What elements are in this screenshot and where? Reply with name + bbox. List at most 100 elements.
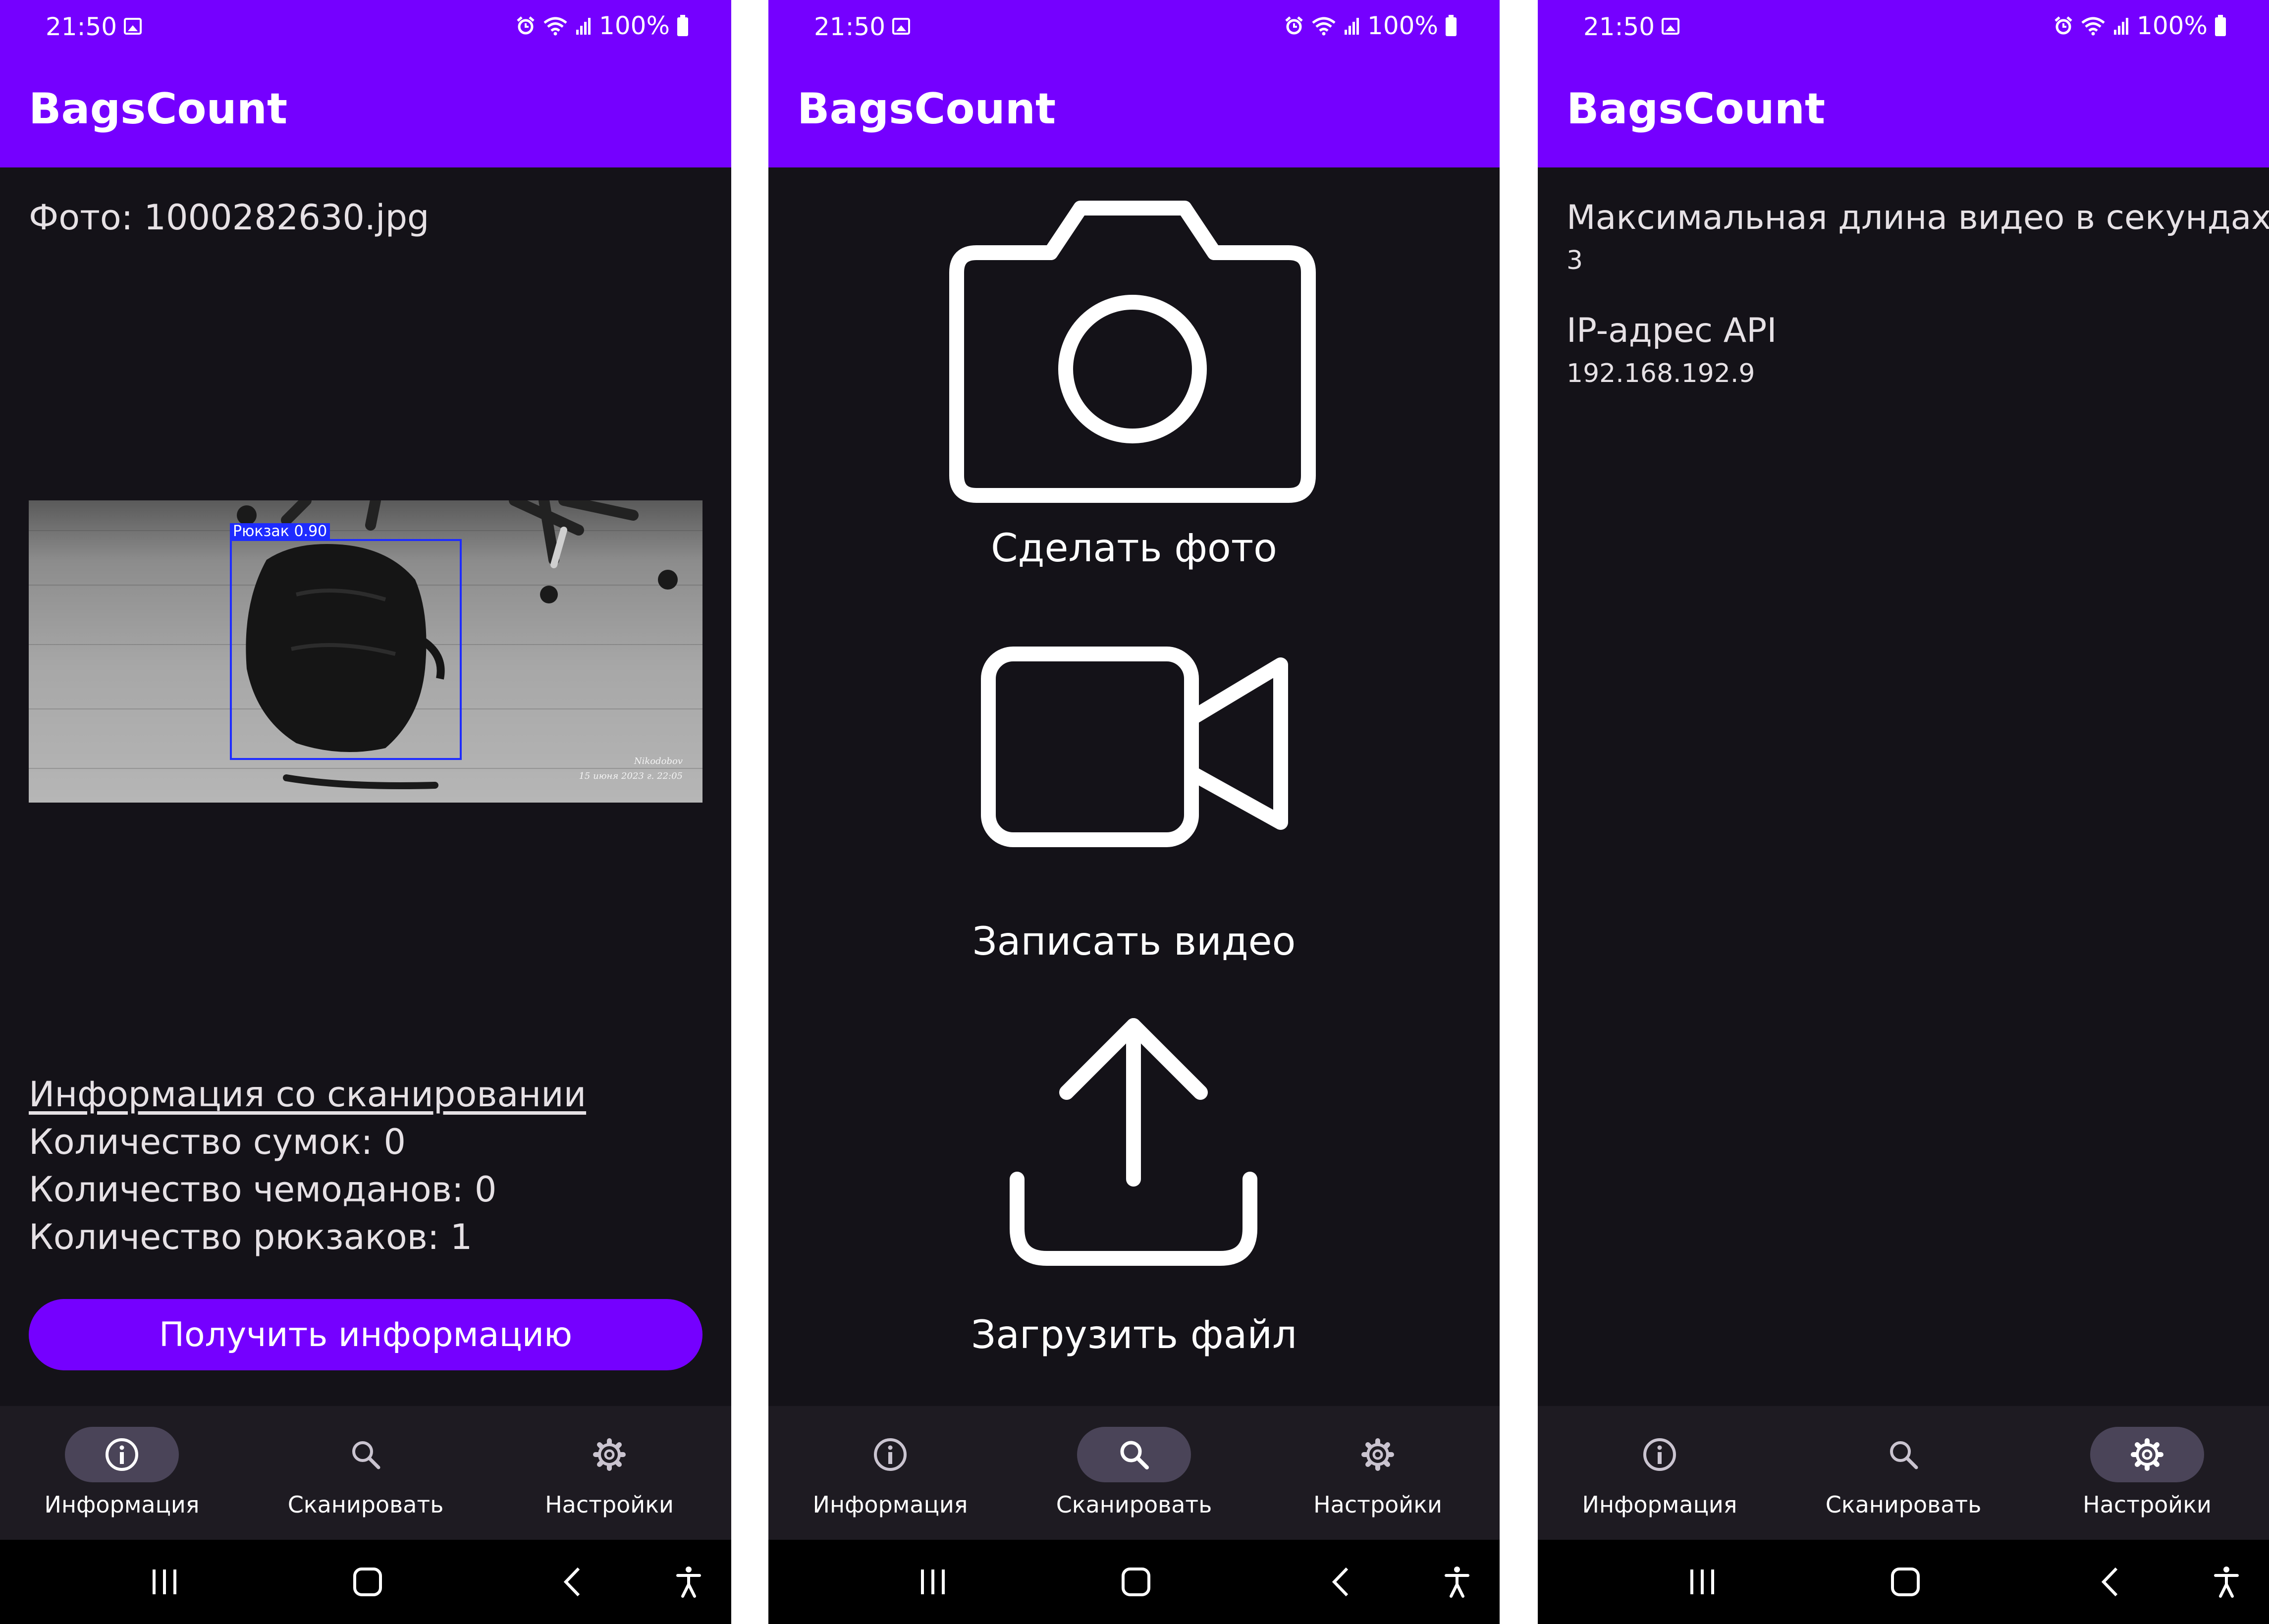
wifi-icon	[1312, 17, 1336, 36]
suitcases-count: Количество чемоданов: 0	[29, 1169, 497, 1210]
detection-label: Рюкзак 0.90	[230, 523, 330, 540]
take-photo-label[interactable]: Сделать фото	[768, 526, 1500, 571]
camera-icon[interactable]	[947, 193, 1323, 510]
backpacks-count: Количество рюкзаков: 1	[29, 1217, 473, 1257]
status-bar: 21:50 100%	[1538, 0, 2269, 54]
nav-label-scan: Сканировать	[1056, 1491, 1212, 1518]
bottom-navigation: Информация Сканировать Настройки	[0, 1406, 731, 1540]
status-indicators: 100%	[2053, 11, 2226, 41]
nav-tab-settings[interactable]: Настройки	[2025, 1427, 2269, 1526]
back-icon[interactable]	[1328, 1565, 1353, 1599]
status-time: 21:50	[814, 12, 886, 41]
nav-tab-info[interactable]: Информация	[768, 1427, 1012, 1526]
nav-active-indicator	[65, 1427, 179, 1482]
back-icon[interactable]	[2098, 1565, 2122, 1599]
battery-percent: 100%	[599, 11, 670, 40]
nav-label-settings: Настройки	[1313, 1491, 1442, 1518]
recent-apps-icon[interactable]	[150, 1565, 179, 1599]
wifi-icon	[543, 17, 567, 36]
watermark-date: 15 июня 2023 г. 22:05	[579, 771, 683, 781]
home-icon[interactable]	[1120, 1565, 1152, 1599]
nav-tab-scan[interactable]: Сканировать	[244, 1427, 487, 1526]
status-indicators: 100%	[516, 11, 689, 41]
nav-tab-scan[interactable]: Сканировать	[1782, 1427, 2025, 1526]
photo-filename: Фото: 1000282630.jpg	[29, 197, 430, 238]
upload-file-label[interactable]: Загрузить файл	[768, 1313, 1500, 1357]
max-video-length-value[interactable]: 3	[1567, 246, 1583, 275]
nav-tab-scan[interactable]: Сканировать	[1012, 1427, 1256, 1526]
nav-label-info: Информация	[44, 1491, 200, 1518]
nav-tab-settings[interactable]: Настройки	[487, 1427, 731, 1526]
detection-box	[230, 539, 462, 760]
gallery-notification-icon	[124, 18, 142, 35]
settings-screen: 21:50 100% BagsCount Максимальная длина …	[1538, 0, 2269, 1624]
gallery-notification-icon	[892, 18, 910, 35]
home-icon[interactable]	[352, 1565, 383, 1599]
nav-tab-info[interactable]: Информация	[1538, 1427, 1782, 1526]
nav-tab-settings[interactable]: Настройки	[1256, 1427, 1500, 1526]
battery-icon	[677, 15, 688, 36]
info-screen: 21:50 100% BagsCount Фото: 1000282630.jp…	[0, 0, 731, 1624]
gear-icon	[593, 1438, 626, 1471]
bottom-navigation: Информация Сканировать Настройки	[1538, 1406, 2269, 1540]
status-bar: 21:50 100%	[0, 0, 731, 54]
nav-label-info: Информация	[1582, 1491, 1737, 1518]
search-icon	[352, 1441, 380, 1469]
bottom-navigation: Информация Сканировать Настройки	[768, 1406, 1500, 1540]
watermark-author: Nikodobov	[634, 756, 683, 766]
accessibility-icon[interactable]	[1442, 1565, 1472, 1599]
app-bar: BagsCount	[0, 54, 731, 167]
gallery-notification-icon	[1662, 18, 1679, 35]
status-time: 21:50	[46, 12, 117, 41]
search-icon	[1120, 1441, 1149, 1469]
alarm-icon	[2054, 16, 2072, 35]
battery-percent: 100%	[2137, 11, 2208, 40]
signal-icon	[576, 18, 591, 35]
recent-apps-icon[interactable]	[1687, 1565, 1717, 1599]
get-info-button[interactable]: Получить информацию	[29, 1299, 702, 1370]
info-icon	[1643, 1438, 1676, 1471]
info-icon	[874, 1438, 907, 1471]
gear-icon	[1361, 1438, 1394, 1471]
accessibility-icon[interactable]	[2212, 1565, 2241, 1599]
nav-active-indicator	[1077, 1427, 1191, 1482]
system-navigation-bar	[1538, 1540, 2269, 1624]
accessibility-icon[interactable]	[674, 1565, 703, 1599]
api-ip-title[interactable]: IP-адрес API	[1567, 311, 1777, 350]
app-title: BagsCount	[29, 84, 288, 134]
status-indicators: 100%	[1284, 11, 1457, 41]
info-icon	[106, 1438, 138, 1471]
nav-label-info: Информация	[812, 1491, 968, 1518]
recent-apps-icon[interactable]	[918, 1565, 948, 1599]
nav-label-scan: Сканировать	[287, 1491, 444, 1518]
record-video-label[interactable]: Записать видео	[768, 920, 1500, 964]
app-bar: BagsCount	[1538, 54, 2269, 167]
battery-icon	[1446, 15, 1457, 36]
scan-photo: Рюкзак 0.90 Nikodobov 15 июня 2023 г. 22…	[29, 500, 702, 803]
upload-icon[interactable]	[1002, 1011, 1265, 1268]
home-icon[interactable]	[1890, 1565, 1921, 1599]
alarm-icon	[1285, 16, 1303, 35]
gear-icon	[2131, 1438, 2163, 1471]
status-time: 21:50	[1583, 12, 1655, 41]
nav-label-settings: Настройки	[545, 1491, 674, 1518]
scan-info-heading[interactable]: Информация со сканировании	[29, 1074, 586, 1115]
battery-icon	[2215, 15, 2226, 36]
battery-percent: 100%	[1367, 11, 1438, 40]
max-video-length-title[interactable]: Максимальная длина видео в секундах	[1567, 198, 2269, 237]
nav-active-indicator	[2090, 1427, 2204, 1482]
system-navigation-bar	[768, 1540, 1500, 1624]
signal-icon	[2114, 18, 2129, 35]
video-camera-icon[interactable]	[978, 644, 1296, 852]
photo-watermark: Nikodobov 15 июня 2023 г. 22:05	[579, 754, 683, 784]
system-navigation-bar	[0, 1540, 731, 1624]
alarm-icon	[517, 16, 535, 35]
app-title: BagsCount	[1567, 84, 1826, 134]
wifi-icon	[2081, 17, 2105, 36]
nav-tab-info[interactable]: Информация	[0, 1427, 244, 1526]
nav-label-scan: Сканировать	[1825, 1491, 1982, 1518]
api-ip-value[interactable]: 192.168.192.9	[1567, 359, 1755, 388]
signal-icon	[1345, 18, 1359, 35]
back-icon[interactable]	[560, 1565, 585, 1599]
bags-count: Количество сумок: 0	[29, 1122, 406, 1162]
